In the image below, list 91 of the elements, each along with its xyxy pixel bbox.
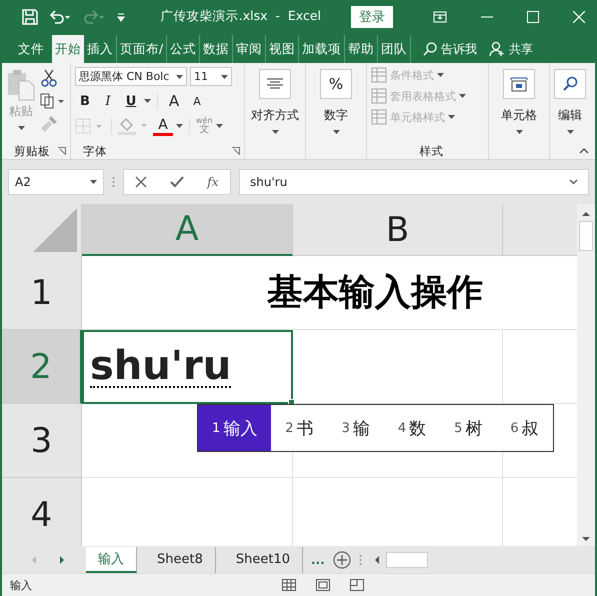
- row-header[interactable]: 2: [2, 330, 82, 404]
- tell-me-label: 告诉我: [441, 40, 478, 58]
- fill-color-icon[interactable]: [118, 117, 150, 135]
- caret-icon[interactable]: [566, 130, 574, 134]
- search-icon: [562, 76, 578, 92]
- editing-button[interactable]: 编辑: [554, 67, 586, 159]
- share-button[interactable]: 共享: [489, 35, 534, 63]
- save-icon[interactable]: [22, 8, 38, 24]
- ime-candidate[interactable]: 2 书: [271, 405, 328, 451]
- vertical-scrollbar[interactable]: [577, 204, 595, 546]
- launcher-icon[interactable]: [232, 147, 240, 155]
- row-header[interactable]: 4: [2, 478, 82, 546]
- grip-icon: [112, 176, 115, 188]
- group-label: 剪贴板: [14, 144, 50, 158]
- scroll-thumb[interactable]: [386, 552, 428, 568]
- caret-icon[interactable]: [176, 74, 183, 78]
- add-sheet-icon[interactable]: [332, 550, 351, 568]
- status-text: 输入: [10, 578, 32, 592]
- undo-icon[interactable]: [48, 8, 72, 24]
- font-name-field[interactable]: 思源黑体 CN Bolc: [75, 67, 187, 86]
- title-cell-text: 基本输入操作: [267, 271, 483, 315]
- formula-field[interactable]: shu'ru: [239, 169, 589, 195]
- number-button[interactable]: % 数字: [320, 67, 352, 159]
- italic-button[interactable]: I: [98, 92, 118, 110]
- more-sheets-button[interactable]: ...: [311, 552, 325, 566]
- caret-icon[interactable]: [90, 180, 97, 184]
- caret-icon[interactable]: [332, 130, 340, 134]
- page-break-icon[interactable]: [350, 579, 364, 591]
- table-format-icon: [371, 67, 387, 83]
- share-label: 共享: [509, 40, 534, 58]
- next-sheet-icon[interactable]: [58, 554, 66, 564]
- login-button[interactable]: 登录: [351, 6, 393, 28]
- table-format-icon: [371, 88, 387, 104]
- scroll-thumb[interactable]: [579, 221, 593, 251]
- ribbon-tab[interactable]: 文件: [10, 35, 52, 63]
- cells-icon: [510, 76, 528, 92]
- caret-icon[interactable]: [176, 124, 183, 128]
- caret-icon[interactable]: [516, 130, 522, 134]
- bold-button[interactable]: B: [75, 92, 95, 110]
- shrink-font-button[interactable]: A: [187, 92, 207, 110]
- caret-icon[interactable]: [272, 130, 278, 134]
- group-label: 样式: [420, 144, 444, 158]
- customize-icon[interactable]: [116, 10, 126, 22]
- align-center-icon: [266, 78, 284, 90]
- launcher-icon[interactable]: [58, 147, 66, 155]
- caret-icon[interactable]: [459, 94, 466, 98]
- row-header[interactable]: 1: [2, 256, 82, 330]
- caret-icon[interactable]: [144, 99, 151, 103]
- ime-candidate[interactable]: 5 树: [440, 405, 496, 451]
- caret-icon[interactable]: [221, 74, 228, 78]
- window-title: 广传攻柴演示.xlsx - Excel: [160, 8, 321, 25]
- ime-candidate[interactable]: 3 输: [328, 405, 384, 451]
- ime-candidate[interactable]: 6 叔: [496, 405, 553, 451]
- column-header[interactable]: A: [82, 204, 293, 256]
- copy-icon[interactable]: [40, 93, 66, 109]
- person-add-icon: [489, 41, 506, 57]
- cells-button[interactable]: 单元格: [501, 67, 537, 159]
- tell-me-button[interactable]: 告诉我: [423, 35, 478, 63]
- search-icon: [423, 42, 438, 56]
- insert-function-button[interactable]: fx: [207, 175, 219, 189]
- table-format-icon: [371, 109, 387, 125]
- caret-icon[interactable]: [448, 115, 455, 119]
- ribbon-display-icon[interactable]: [433, 10, 447, 22]
- font-color-button[interactable]: A: [153, 116, 173, 136]
- close-icon[interactable]: [573, 10, 585, 22]
- caret-icon[interactable]: [437, 73, 444, 77]
- group-label: 字体: [83, 144, 107, 158]
- maximize-icon[interactable]: [527, 10, 539, 22]
- font-size-field[interactable]: 11: [190, 67, 232, 86]
- caret-icon[interactable]: [216, 124, 223, 128]
- chevron-down-icon[interactable]: [569, 179, 578, 185]
- grip-icon: [358, 554, 362, 566]
- name-box[interactable]: A2: [8, 169, 104, 195]
- grow-font-button[interactable]: A: [164, 92, 184, 110]
- ime-candidate[interactable]: 4 数: [384, 405, 440, 451]
- normal-view-icon[interactable]: [282, 579, 296, 591]
- caret-icon[interactable]: [18, 126, 24, 130]
- column-header[interactable]: B: [293, 204, 503, 256]
- underline-button[interactable]: U: [121, 92, 141, 110]
- checkmark-icon[interactable]: [170, 176, 184, 188]
- clipboard-icon: [6, 69, 36, 101]
- page-layout-icon[interactable]: [316, 579, 330, 591]
- row-header[interactable]: 3: [2, 404, 82, 478]
- cancel-icon[interactable]: [135, 176, 148, 188]
- sheet-tab[interactable]: 输入: [86, 546, 137, 572]
- collapse-ribbon-icon[interactable]: [579, 148, 589, 154]
- triangle-icon: [31, 206, 79, 254]
- scissors-icon[interactable]: [40, 69, 58, 87]
- ime-candidate[interactable]: 1 输入: [198, 405, 272, 451]
- alignment-button[interactable]: 对齐方式: [251, 67, 299, 159]
- ribbon-tab[interactable]: 开始: [52, 35, 84, 63]
